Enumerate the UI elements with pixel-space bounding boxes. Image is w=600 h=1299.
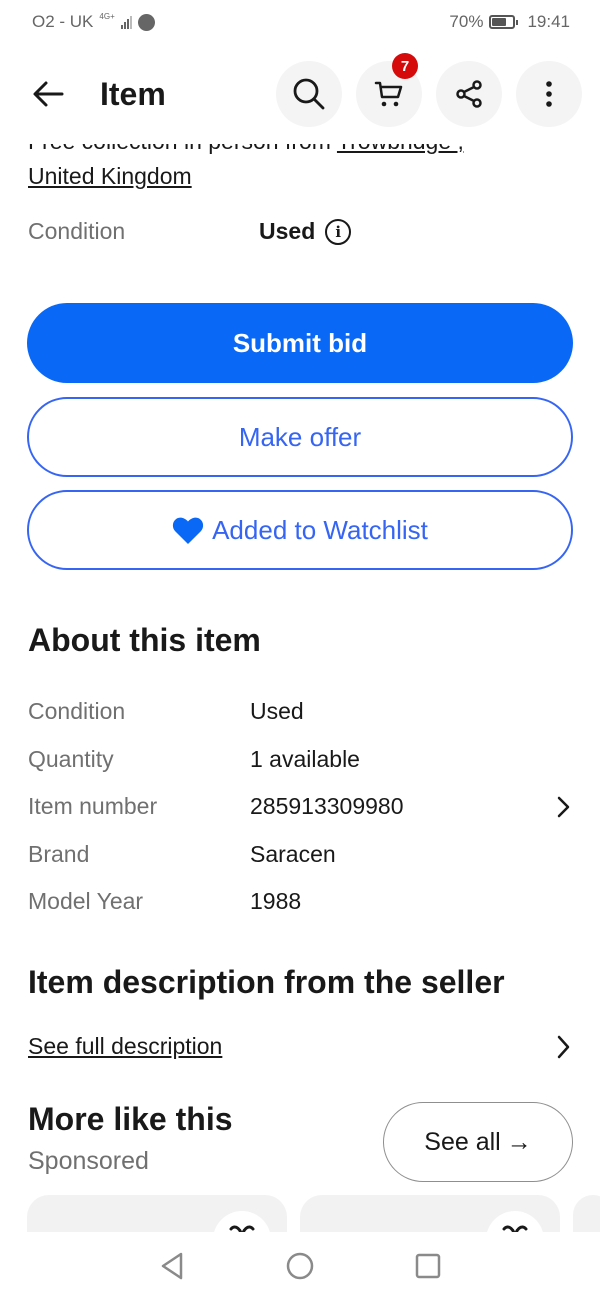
signal-icon [120,15,132,29]
spec-label: Quantity [28,745,114,772]
cart-button[interactable]: 7 [356,53,422,127]
search-icon [293,78,325,110]
triangle-back-icon [161,1252,183,1279]
spec-row-quantity: Quantity 1 available [28,736,574,784]
battery-percent: 70% [449,12,484,31]
cart-icon [374,81,403,107]
more-options-button[interactable] [516,61,582,127]
status-bar: O2 - UK 4G+ 70% 19:41 [0,0,600,44]
spec-value: Saracen [250,840,336,867]
product-card[interactable] [573,1195,600,1235]
spec-label: Item number [28,793,158,820]
spec-label: Condition [28,698,126,725]
spec-label: Brand [28,840,90,867]
chevron-right-icon[interactable] [554,1034,572,1060]
square-recents-icon [415,1253,441,1278]
spec-list: Condition Used Quantity 1 available Item… [28,688,574,926]
see-all-button[interactable]: See all → [383,1102,573,1182]
info-icon[interactable]: i [325,218,352,245]
arrow-right-icon: → [506,1127,532,1156]
spec-row-brand: Brand Saracen [28,831,574,879]
share-button[interactable] [436,61,502,127]
cart-count-badge: 7 [392,53,418,79]
country-link[interactable]: United Kingdom [28,163,192,190]
nav-home-button[interactable] [236,1251,364,1281]
product-card[interactable] [27,1195,287,1269]
search-button[interactable] [276,61,342,127]
share-icon [456,80,482,108]
condition-row: Condition Used i [28,218,572,245]
network-type: 4G+ [99,11,115,21]
see-full-description-link[interactable]: See full description [28,1033,222,1060]
alarm-icon [137,13,155,31]
carrier-label: O2 - UK [32,12,94,31]
back-button[interactable] [28,74,68,114]
chevron-right-icon[interactable] [554,795,572,819]
battery-icon [489,15,519,29]
spec-value: 285913309980 [250,793,404,820]
back-arrow-icon [33,81,64,107]
circle-home-icon [286,1252,314,1279]
system-nav-bar [0,1232,600,1299]
make-offer-button[interactable]: Make offer [27,397,573,477]
submit-bid-button[interactable]: Submit bid [27,303,573,383]
spec-row-item-number[interactable]: Item number 285913309980 [28,783,574,831]
condition-value: Used [259,218,316,244]
spec-value: Used [250,698,304,725]
clock: 19:41 [527,12,570,31]
nav-recents-button[interactable] [364,1252,492,1280]
app-header: Item 7 [0,44,600,144]
spec-value: 1 available [250,745,360,772]
spec-row-condition: Condition Used [28,688,574,736]
sponsored-label: Sponsored [28,1147,149,1175]
spec-value: 1988 [250,888,302,915]
watchlist-label: Added to Watchlist [212,514,428,545]
about-title: About this item [28,622,261,658]
more-vert-icon [546,81,552,107]
more-like-this-title: More like this [28,1101,233,1137]
spec-row-model-year: Model Year 1988 [28,878,574,926]
see-all-label: See all [424,1127,501,1156]
spec-label: Model Year [28,888,144,915]
nav-back-button[interactable] [108,1251,236,1281]
watchlist-button[interactable]: Added to Watchlist [27,490,573,570]
description-title: Item description from the seller [28,964,505,1000]
product-card[interactable] [300,1195,560,1269]
condition-label: Condition [28,218,126,244]
page-title: Item [100,75,166,112]
heart-icon [173,517,204,544]
